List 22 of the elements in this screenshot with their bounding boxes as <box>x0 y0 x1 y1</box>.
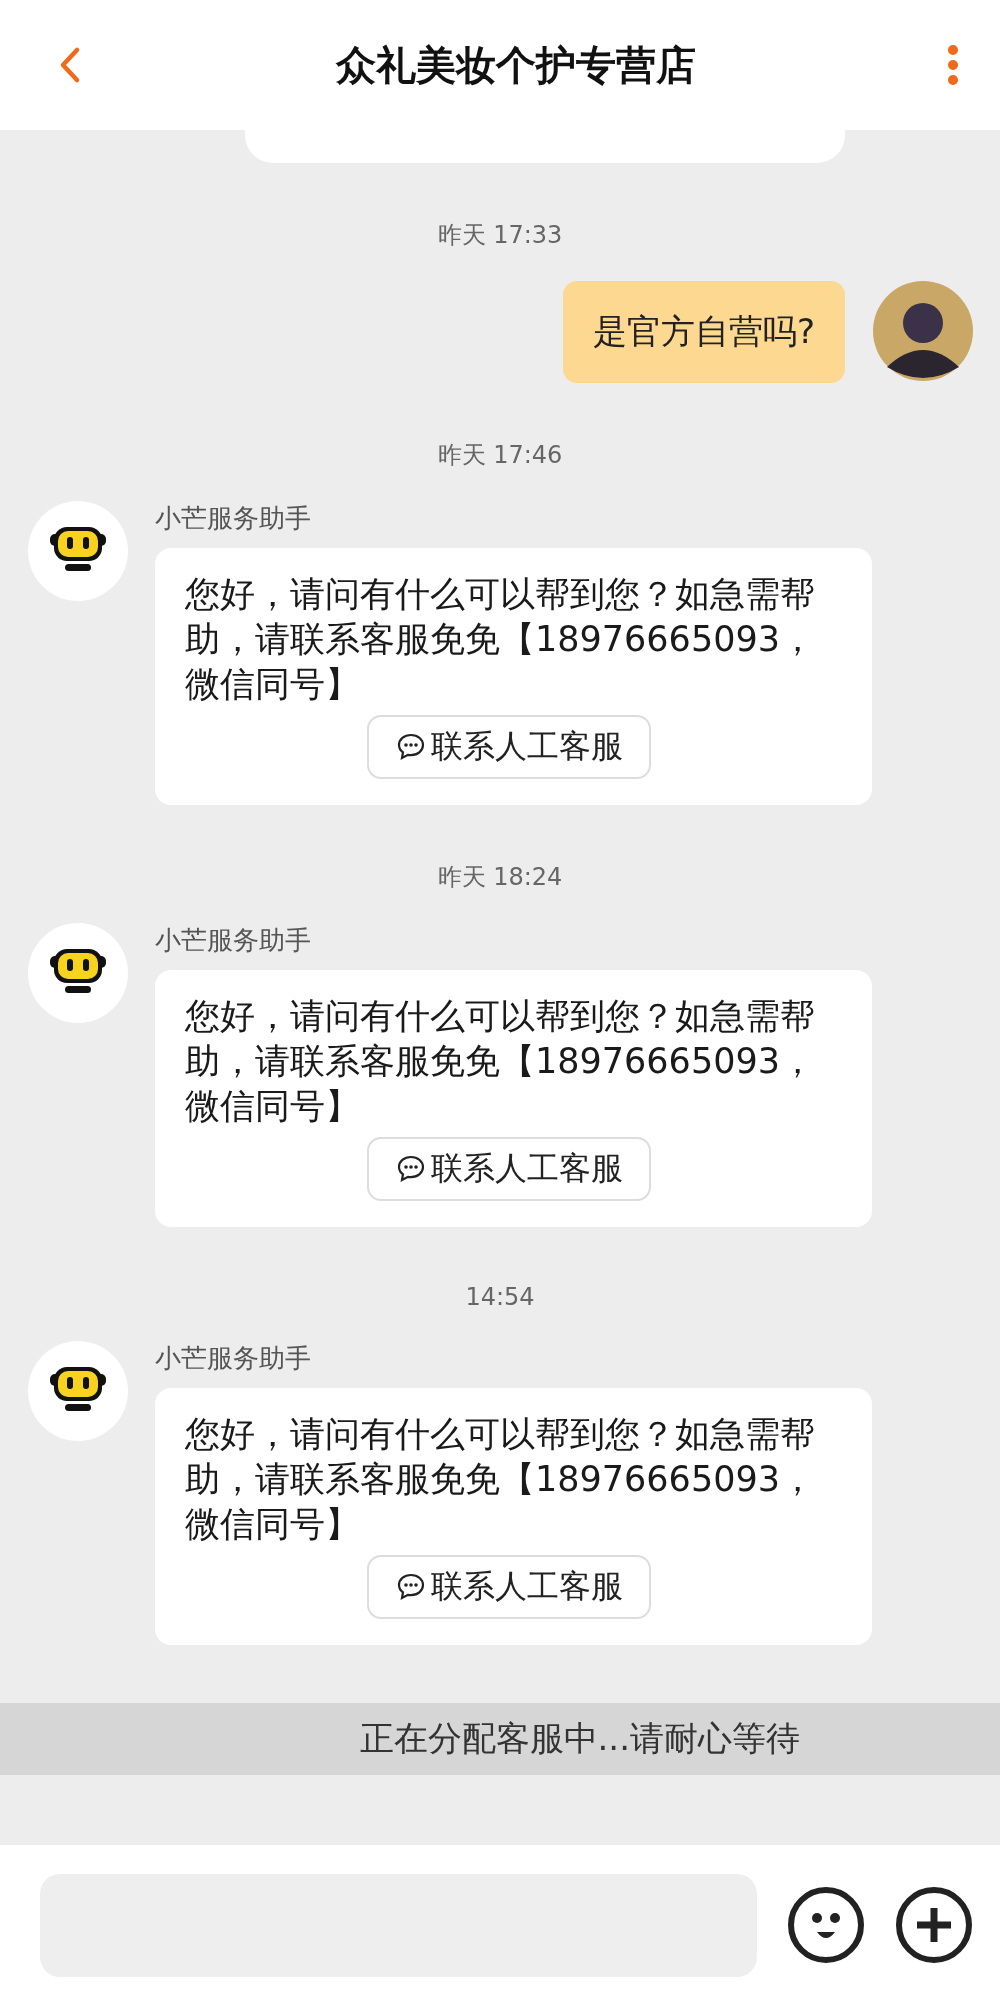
more-icon[interactable] <box>946 43 960 87</box>
emoji-icon[interactable] <box>787 1886 865 1964</box>
sender-name: 小芒服务助手 <box>155 1342 312 1375</box>
timestamp: 昨天 17:46 <box>437 440 563 471</box>
timestamp: 昨天 18:24 <box>437 862 563 893</box>
robot-avatar-icon <box>28 1341 128 1441</box>
message-text: 您好，请问有什么可以帮到您？如急需帮助，请联系客服免免【18976665093，微信同号】 <box>185 573 816 706</box>
window-title: 众礼美妆个护专营店 <box>335 40 696 90</box>
robot-avatar-icon <box>28 923 128 1023</box>
contact-agent-button[interactable]: 联系人工客服 <box>366 1137 651 1201</box>
robot-avatar-icon <box>28 501 128 601</box>
sender-name: 小芒服务助手 <box>155 924 312 957</box>
contact-agent-button[interactable]: 联系人工客服 <box>366 1555 651 1619</box>
contact-agent-button[interactable]: 联系人工客服 <box>366 715 651 779</box>
status-text: 正在分配客服中...请耐心等待 <box>359 1717 800 1760</box>
timestamp: 昨天 17:33 <box>437 220 563 251</box>
sender-name: 小芒服务助手 <box>155 502 312 535</box>
add-icon[interactable] <box>895 1886 973 1964</box>
message-text: 您好，请问有什么可以帮到您？如急需帮助，请联系客服免免【18976665093，微信同号】 <box>185 1413 816 1546</box>
message-bubble: 是官方自营吗? <box>562 281 845 383</box>
timestamp: 14:54 <box>465 1283 535 1311</box>
message-text: 您好，请问有什么可以帮到您？如急需帮助，请联系客服免免【18976665093，微信同号】 <box>185 995 816 1128</box>
